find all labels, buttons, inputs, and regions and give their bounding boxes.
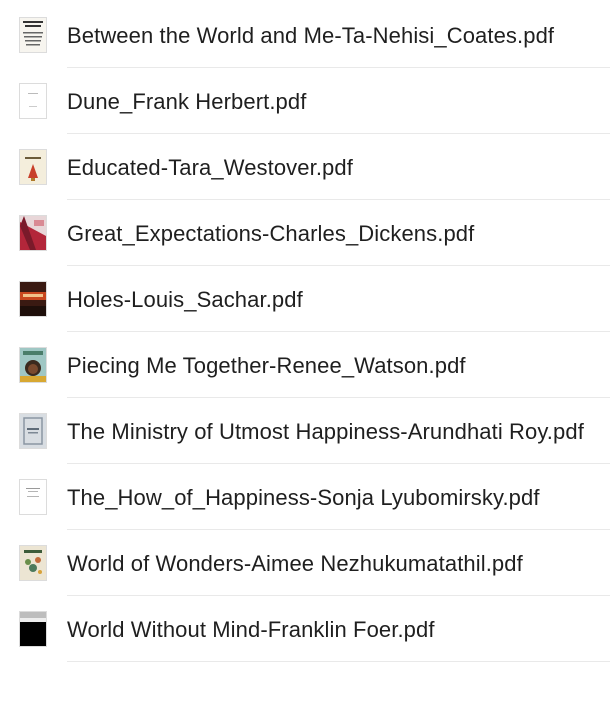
pdf-cover-ministry-icon: [19, 413, 47, 449]
file-name: Dune_Frank Herbert.pdf: [67, 89, 307, 114]
file-name: The_How_of_Happiness-Sonja Lyubomirsky.p…: [67, 485, 540, 510]
file-name: Between the World and Me-Ta-Nehisi_Coate…: [67, 23, 555, 48]
file-name: Educated-Tara_Westover.pdf: [67, 155, 353, 180]
pdf-cover-coates-icon: [19, 17, 47, 53]
pdf-cover-how-of-happiness-icon: [19, 479, 47, 515]
pdf-cover-great-expectations-icon: [19, 215, 47, 251]
file-row[interactable]: Dune_Frank Herbert.pdf: [0, 68, 610, 134]
file-row[interactable]: Holes-Louis_Sachar.pdf: [0, 266, 610, 332]
pdf-cover-educated-icon: [19, 149, 47, 185]
file-name: World Without Mind-Franklin Foer.pdf: [67, 617, 435, 642]
file-name: Piecing Me Together-Renee_Watson.pdf: [67, 353, 466, 378]
pdf-cover-dune-icon: [19, 83, 47, 119]
file-name: Great_Expectations-Charles_Dickens.pdf: [67, 221, 475, 246]
file-row[interactable]: Between the World and Me-Ta-Nehisi_Coate…: [0, 2, 610, 68]
file-row[interactable]: Great_Expectations-Charles_Dickens.pdf: [0, 200, 610, 266]
file-row[interactable]: The Ministry of Utmost Happiness-Arundha…: [0, 398, 610, 464]
file-row[interactable]: Educated-Tara_Westover.pdf: [0, 134, 610, 200]
pdf-cover-world-of-wonders-icon: [19, 545, 47, 581]
file-name: The Ministry of Utmost Happiness-Arundha…: [67, 419, 584, 444]
file-row[interactable]: Piecing Me Together-Renee_Watson.pdf: [0, 332, 610, 398]
file-row[interactable]: World Without Mind-Franklin Foer.pdf: [0, 596, 610, 662]
file-row[interactable]: World of Wonders-Aimee Nezhukumatathil.p…: [0, 530, 610, 596]
pdf-cover-holes-icon: [19, 281, 47, 317]
file-name: Holes-Louis_Sachar.pdf: [67, 287, 303, 312]
file-row[interactable]: The_How_of_Happiness-Sonja Lyubomirsky.p…: [0, 464, 610, 530]
file-name: World of Wonders-Aimee Nezhukumatathil.p…: [67, 551, 523, 576]
file-list: Between the World and Me-Ta-Nehisi_Coate…: [0, 2, 610, 662]
pdf-cover-piecing-icon: [19, 347, 47, 383]
pdf-cover-world-without-mind-icon: [19, 611, 47, 647]
